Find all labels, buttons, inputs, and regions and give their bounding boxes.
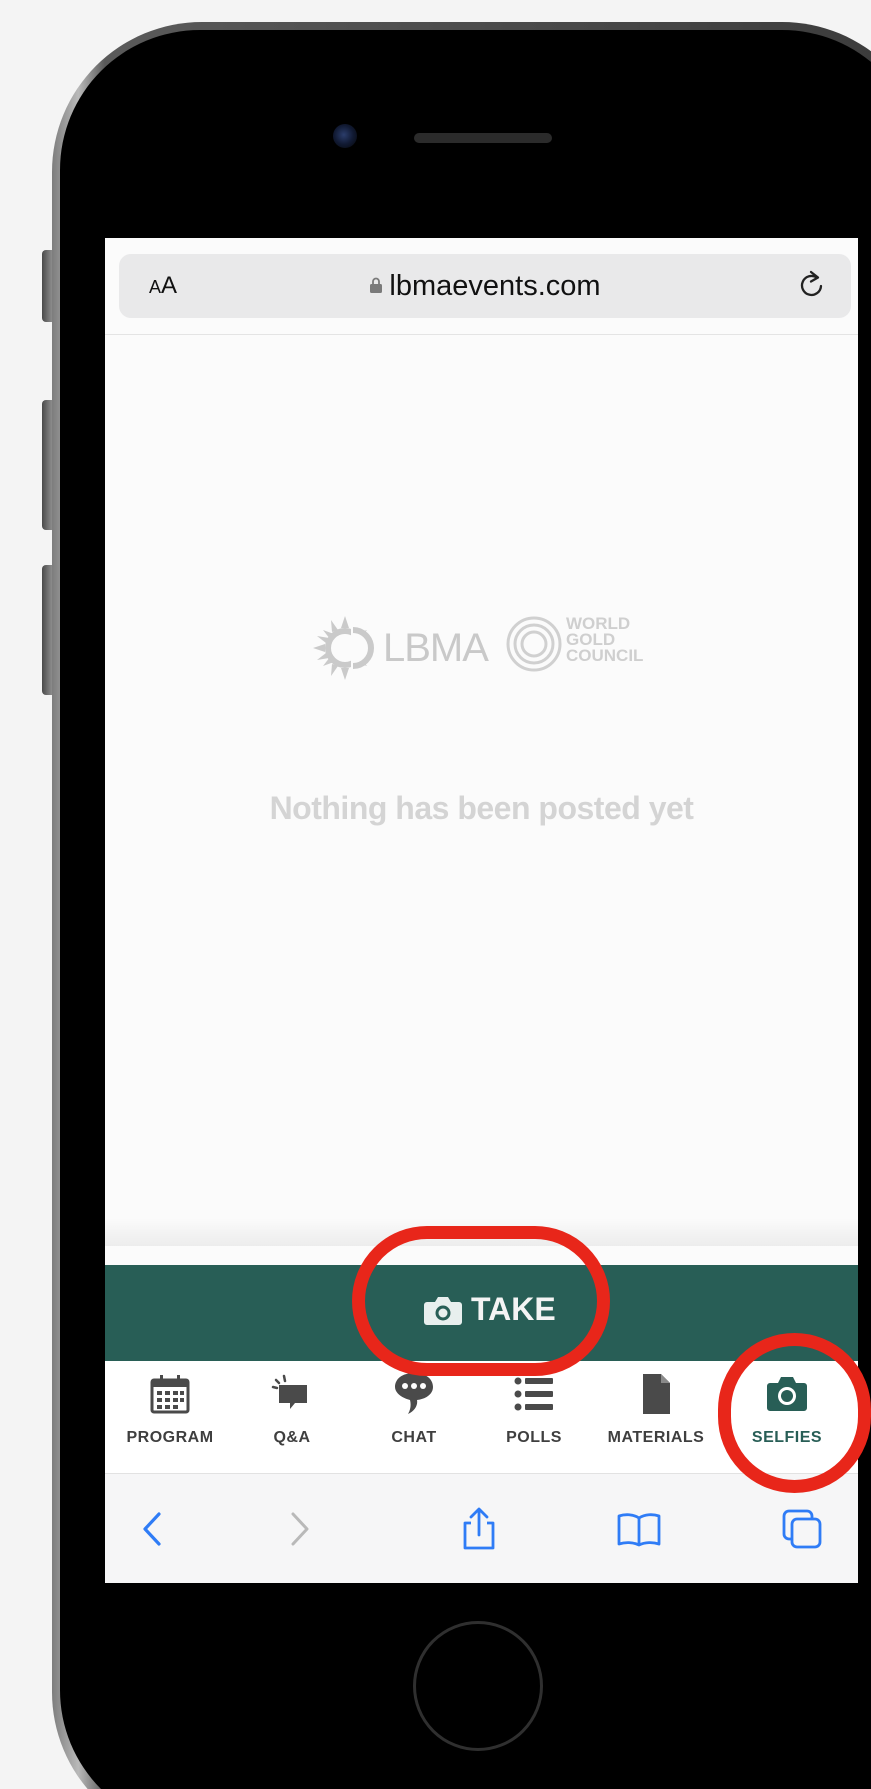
share-button[interactable]	[454, 1504, 504, 1554]
list-icon	[514, 1377, 553, 1411]
tab-chat-label: CHAT	[391, 1429, 437, 1446]
tab-qa-label: Q&A	[273, 1429, 311, 1446]
earpiece-speaker	[414, 133, 552, 143]
chat-icon	[395, 1373, 433, 1414]
tab-polls-label: POLLS	[506, 1429, 562, 1446]
back-icon	[143, 1512, 161, 1546]
home-button[interactable]	[413, 1621, 543, 1751]
share-icon	[463, 1507, 495, 1550]
lock-icon	[370, 278, 383, 294]
forward-icon	[291, 1512, 309, 1546]
screenshot-stage: AAAA lbmaevents.com	[0, 0, 871, 1789]
tab-materials[interactable]: MATERIALS	[591, 1371, 721, 1467]
tab-materials-label: MATERIALS	[607, 1429, 705, 1446]
take-button-highlight	[352, 1226, 610, 1376]
qa-icon	[271, 1374, 307, 1409]
wgc-logo-text: WORLD GOLD COUNCIL	[566, 614, 644, 665]
url-text: lbmaevents.com	[389, 270, 601, 302]
address-bar-divider	[105, 334, 858, 335]
front-camera	[333, 124, 357, 148]
forward-button[interactable]	[273, 1504, 323, 1554]
tab-qa[interactable]: Q&A	[227, 1371, 357, 1467]
tab-polls[interactable]: POLLS	[469, 1371, 599, 1467]
lbma-sun-icon	[313, 616, 374, 680]
address-bar[interactable]: AAAA lbmaevents.com	[119, 254, 851, 318]
tab-program-label: PROGRAM	[126, 1429, 214, 1446]
lbma-logo-text: LBMA	[383, 626, 489, 670]
bookmarks-icon	[617, 1513, 661, 1547]
empty-feed-message: Nothing has been posted yet	[269, 790, 694, 826]
tab-program[interactable]: PROGRAM	[105, 1371, 235, 1467]
document-icon	[643, 1374, 670, 1414]
sponsor-logos: LBMA WORLD GOLD COUNCIL	[311, 608, 671, 688]
bookmarks-button[interactable]	[614, 1504, 664, 1554]
safari-toolbar	[105, 1474, 858, 1583]
url-display[interactable]: lbmaevents.com	[119, 270, 851, 303]
selfies-tab-highlight	[718, 1333, 871, 1493]
back-button[interactable]	[129, 1504, 179, 1554]
wgc-rings-icon	[506, 616, 562, 672]
tabs-icon	[782, 1509, 822, 1549]
calendar-icon	[150, 1375, 190, 1414]
tabs-button[interactable]	[777, 1504, 827, 1554]
tab-chat[interactable]: CHAT	[349, 1371, 479, 1467]
reload-icon[interactable]	[795, 268, 829, 302]
